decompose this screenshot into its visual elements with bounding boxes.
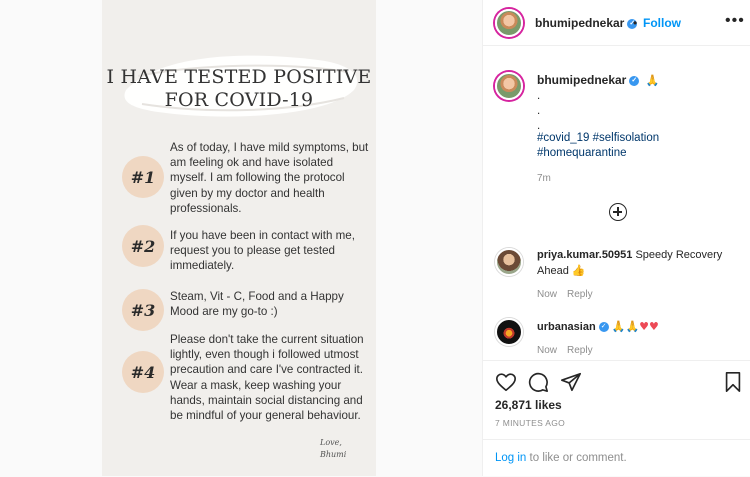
step-text: Please don't take the current situation … (170, 333, 364, 423)
caption-time: 7m (537, 173, 551, 184)
comment-meta: Now Reply (537, 289, 603, 300)
prayer-emoji: 🙏 (645, 74, 660, 87)
caption-dot: . (537, 90, 541, 102)
comment-avatar[interactable] (495, 248, 523, 276)
caption-dot: . (537, 105, 541, 117)
signoff: Love, Bhumi (320, 437, 360, 461)
share-icon[interactable] (560, 371, 582, 393)
post-title-line-1: I HAVE TESTED POSITIVE (106, 66, 372, 88)
step-badge: #2 (122, 225, 164, 267)
post-actions: 26,871 likes 7 MINUTES AGO Log in to lik… (483, 360, 750, 470)
follow-button[interactable]: Follow (643, 16, 681, 30)
comment-icon[interactable] (527, 371, 549, 393)
post-image[interactable]: I HAVE TESTED POSITIVE FOR COVID-19 #1 A… (102, 0, 376, 476)
step-badge: #1 (122, 156, 164, 198)
step-badge: #3 (122, 289, 164, 331)
login-prompt-text: to like or comment. (526, 452, 627, 464)
login-link[interactable]: Log in (495, 452, 526, 464)
add-comment-icon[interactable] (609, 203, 627, 221)
signoff-line-2: Bhumi (320, 450, 347, 459)
likes-count[interactable]: 26,871 likes (495, 398, 562, 412)
post-details-panel: bhumipednekar ✓ • Follow ••• bhumipedneka… (482, 0, 750, 476)
instagram-post-view: I HAVE TESTED POSITIVE FOR COVID-19 #1 A… (0, 0, 750, 476)
step-text: If you have been in contact with me, req… (170, 229, 355, 273)
reply-button[interactable]: Reply (567, 289, 593, 300)
caption-hashtags-2[interactable]: #homequarantine (537, 146, 627, 161)
caption-avatar[interactable] (495, 72, 523, 100)
caption-username-row: bhumipednekar ✓ 🙏 (537, 73, 659, 87)
comment-2: urbanasian ✓ 🙏🙏♥♥ (537, 319, 737, 335)
page-gutter-left (0, 0, 102, 476)
post-title-line-2: FOR COVID-19 (164, 89, 314, 111)
bookmark-icon[interactable] (722, 371, 744, 393)
comment-meta: Now Reply (537, 345, 603, 356)
verified-badge-icon: ✓ (629, 75, 640, 86)
prayer-emoji: 🙏🙏 (611, 320, 640, 333)
post-title: I HAVE TESTED POSITIVE FOR COVID-19 (102, 66, 376, 112)
thumbs-up-emoji: 👍 (571, 264, 586, 277)
avatar[interactable] (495, 9, 523, 37)
comment-avatar[interactable] (495, 318, 523, 346)
comment-username[interactable]: urbanasian (537, 321, 596, 333)
header-username-row: bhumipednekar ✓ (535, 16, 638, 30)
login-bar: Log in to like or comment. (483, 439, 750, 477)
step-badge: #4 (122, 351, 164, 393)
post-header: bhumipednekar ✓ • Follow ••• (483, 0, 750, 46)
signoff-line-1: Love, (320, 438, 342, 447)
header-separator: • (633, 16, 638, 30)
comment-time: Now (537, 345, 558, 356)
header-username[interactable]: bhumipednekar (535, 16, 624, 30)
login-prompt: Log in to like or comment. (495, 452, 627, 464)
caption-username[interactable]: bhumipednekar (537, 73, 626, 87)
heart-icon[interactable] (495, 371, 517, 393)
page-gutter-middle (376, 0, 482, 476)
caption-hashtags[interactable]: #covid_19 #selfisolation (537, 131, 659, 146)
verified-badge-icon: ✓ (598, 322, 609, 333)
reply-button[interactable]: Reply (567, 345, 593, 356)
comment-username[interactable]: priya.kumar.50951 (537, 249, 632, 261)
step-text: As of today, I have mild symptoms, but a… (170, 141, 369, 215)
more-options-icon[interactable]: ••• (725, 12, 745, 30)
heart-emoji: ♥♥ (639, 320, 659, 333)
step-text: Steam, Vit - C, Food and a Happy Mood ar… (170, 290, 344, 319)
comment-1: priya.kumar.50951 Speedy Recovery Ahead … (537, 248, 737, 279)
comment-time: Now (537, 289, 558, 300)
post-timestamp: 7 MINUTES AGO (495, 418, 566, 428)
